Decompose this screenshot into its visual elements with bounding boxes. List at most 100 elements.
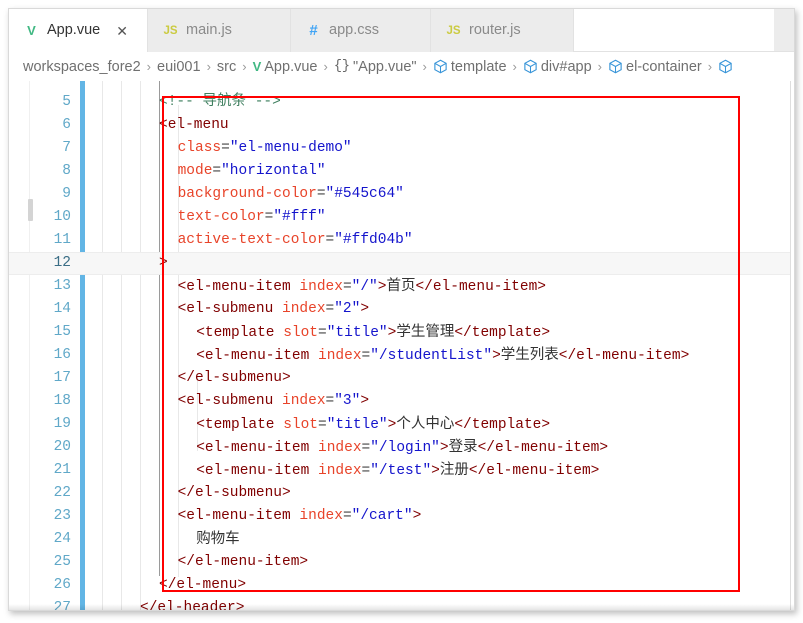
code-token-punct: =	[318, 417, 327, 433]
code-token-tag: </el-menu>	[159, 577, 247, 593]
code-line[interactable]: 17 </el-submenu>	[9, 367, 791, 390]
code-token-punct: =	[342, 279, 352, 295]
line-number: 23	[53, 508, 71, 524]
code-token-tag: >	[492, 348, 501, 364]
code-line[interactable]: 21 <el-menu-item index="/test">注册</el-men…	[9, 459, 791, 482]
code-line[interactable]: 14 <el-submenu index="2">	[9, 298, 791, 321]
code-token-attr: mode	[177, 163, 213, 179]
code-token-tag: >	[439, 440, 449, 456]
code-token-attr: index	[299, 508, 343, 524]
code-line[interactable]: 26 </el-menu>	[9, 574, 791, 597]
tab-main-js[interactable]: JS main.js	[148, 9, 291, 52]
code-line-text: </el-menu>	[159, 574, 246, 597]
breadcrumb-item-workspacesfore2[interactable]: workspaces_fore2	[23, 59, 141, 75]
breadcrumb-item-partial[interactable]	[718, 59, 736, 74]
code-line[interactable]: 18 <el-submenu index="3">	[9, 390, 791, 413]
tab-bar-empty-area	[574, 9, 774, 51]
line-number: 8	[62, 163, 71, 179]
code-token-val: "el-menu-demo"	[229, 140, 352, 156]
code-token-cn: 注册	[439, 462, 469, 478]
code-line-text: <el-menu-item index="/cart">	[178, 505, 422, 528]
code-token-attr: index	[282, 393, 326, 409]
line-number: 6	[62, 117, 71, 133]
code-line[interactable]: 5 <!-- 导航条 -->	[9, 91, 791, 114]
code-token-val: "#545c64"	[325, 186, 404, 202]
breadcrumb-separator: ›	[323, 59, 328, 74]
code-line[interactable]: 12 >	[9, 252, 791, 275]
braces-icon: {}	[333, 59, 351, 74]
tab-label: router.js	[469, 22, 521, 39]
line-number: 12	[53, 255, 71, 271]
breadcrumb-item-appvue[interactable]: {} "App.vue"	[334, 59, 417, 75]
code-line-text: <el-submenu index="3">	[178, 390, 369, 413]
code-token-val: "2"	[334, 301, 361, 317]
cube-icon	[718, 59, 733, 74]
code-token-cn: 购物车	[196, 531, 240, 547]
code-line[interactable]: 9 background-color="#545c64"	[9, 183, 791, 206]
code-token-tag: </el-menu-item>	[477, 440, 609, 456]
code-line-text: text-color="#fff"	[178, 206, 326, 229]
code-line[interactable]: 25 </el-menu-item>	[9, 551, 791, 574]
code-token-punct: =	[316, 186, 326, 202]
code-line-text: class="el-menu-demo"	[178, 137, 352, 160]
code-line-text: 购物车	[196, 528, 240, 552]
code-line-text: <template slot="title">学生管理</template>	[196, 321, 550, 345]
code-line[interactable]: 6 <el-menu	[9, 114, 791, 137]
breadcrumb-item-template[interactable]: template	[433, 59, 507, 75]
code-line[interactable]: 11 active-text-color="#ffd04b"	[9, 229, 791, 252]
code-token-punct: =	[325, 301, 335, 317]
breadcrumb-label: App.vue	[264, 58, 318, 75]
code-line[interactable]: 13 <el-menu-item index="/">首页</el-menu-it…	[9, 275, 791, 298]
code-token-attr: index	[318, 440, 362, 456]
code-lines-container[interactable]: 5 <!-- 导航条 --> 6 <el-menu 7 class="el-menu-de…	[9, 81, 791, 610]
code-token-punct: =	[342, 508, 352, 524]
breadcrumb-separator: ›	[146, 59, 152, 74]
breadcrumb-item-elcontainer[interactable]: el-container	[608, 59, 702, 75]
code-line-text: mode="horizontal"	[178, 160, 326, 183]
code-line-text: <el-menu-item index="/login">登录</el-menu…	[196, 436, 608, 460]
code-token-val: "/"	[351, 279, 378, 295]
code-line[interactable]: 8 mode="horizontal"	[9, 160, 791, 183]
code-line[interactable]: 10 text-color="#fff"	[9, 206, 791, 229]
code-token-tag: </el-menu-item>	[415, 279, 546, 295]
code-line-text: <el-menu-item index="/">首页</el-menu-item…	[178, 275, 546, 299]
code-token-tag: </el-submenu>	[177, 485, 291, 501]
breadcrumb-item-appvue[interactable]: V App.vue	[253, 59, 318, 75]
breadcrumb-item-eui001[interactable]: eui001	[157, 59, 201, 75]
code-token-attr: index	[318, 348, 362, 364]
code-token-attr: background-color	[177, 186, 317, 202]
code-line-text: <el-menu-item index="/test">注册</el-menu-…	[196, 459, 599, 483]
breadcrumb-item-divapp[interactable]: div#app	[523, 59, 592, 75]
tab-app-css[interactable]: # app.css	[291, 9, 431, 52]
code-line-text: <el-menu-item index="/studentList">学生列表<…	[196, 344, 689, 368]
breadcrumb-separator: ›	[597, 59, 602, 74]
code-token-punct: =	[361, 348, 371, 364]
breadcrumb-separator: ›	[242, 59, 247, 74]
code-line[interactable]: 23 <el-menu-item index="/cart">	[9, 505, 791, 528]
code-line[interactable]: 15 <template slot="title">学生管理</template>	[9, 321, 791, 344]
code-line[interactable]: 16 <el-menu-item index="/studentList">学生列…	[9, 344, 791, 367]
code-token-tag: <el-menu-item	[196, 348, 319, 364]
code-token-val: "title"	[326, 417, 388, 433]
editor-right-edge	[790, 81, 794, 610]
code-token-val: "horizontal"	[221, 163, 326, 179]
code-line[interactable]: 19 <template slot="title">个人中心</template>	[9, 413, 791, 436]
close-icon[interactable]: ✕	[116, 24, 128, 38]
line-number: 13	[53, 278, 71, 294]
breadcrumb-separator: ›	[206, 59, 211, 74]
code-token-punct: =	[325, 393, 335, 409]
tab-router-js[interactable]: JS router.js	[431, 9, 574, 52]
code-token-punct: =	[325, 232, 335, 248]
line-number: 26	[53, 577, 71, 593]
line-number: 25	[53, 554, 71, 570]
code-line[interactable]: 7 class="el-menu-demo"	[9, 137, 791, 160]
code-line[interactable]: 24 购物车	[9, 528, 791, 551]
code-line[interactable]: 20 <el-menu-item index="/login">登录</el-me…	[9, 436, 791, 459]
line-number: 16	[53, 347, 71, 363]
tab-app-vue[interactable]: V App.vue ✕	[9, 9, 148, 52]
code-token-tag: <template	[196, 325, 284, 341]
line-number: 22	[53, 485, 71, 501]
breadcrumb-item-src[interactable]: src	[217, 59, 236, 75]
code-line[interactable]: 22 </el-submenu>	[9, 482, 791, 505]
code-editor[interactable]: 5 <!-- 导航条 --> 6 <el-menu 7 class="el-menu-de…	[9, 81, 794, 610]
